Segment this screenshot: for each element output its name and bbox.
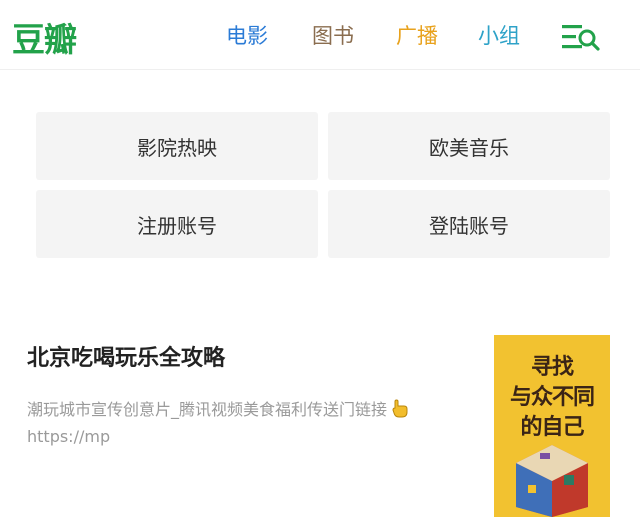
poster-line-2: 与众不同 [509, 385, 595, 410]
ad-link[interactable]: https://mp [27, 427, 110, 446]
ad-description-text: 潮玩城市宣传创意片_腾讯视频美食福利传送门链接 [27, 400, 388, 419]
tile-register[interactable]: 注册账号 [36, 190, 318, 258]
pointing-finger-icon [392, 399, 408, 418]
top-nav-bar: 豆瓣 电影 图书 广播 小组 [0, 0, 640, 70]
nav-book[interactable]: 图书 [312, 20, 354, 50]
nav-radio[interactable]: 广播 [396, 20, 438, 50]
ad-poster-image[interactable]: 寻找 与众不同 的自己 [494, 335, 610, 517]
poster-line-1: 寻找 [530, 355, 574, 380]
tile-cinema-label: 影院热映 [137, 135, 217, 160]
tile-login[interactable]: 登陆账号 [328, 190, 610, 258]
ad-title[interactable]: 北京吃喝玩乐全攻略 [27, 340, 225, 372]
douban-logo[interactable]: 豆瓣 [12, 13, 77, 61]
nav-movie[interactable]: 电影 [226, 20, 268, 50]
poster-line-3: 的自己 [520, 415, 584, 440]
menu-search-icon[interactable] [558, 22, 602, 52]
tile-login-label: 登陆账号 [429, 213, 509, 238]
nav-group[interactable]: 小组 [478, 20, 520, 50]
tile-music-label: 欧美音乐 [429, 135, 509, 160]
tile-music[interactable]: 欧美音乐 [328, 112, 610, 180]
tile-register-label: 注册账号 [137, 213, 217, 238]
ad-description: 潮玩城市宣传创意片_腾讯视频美食福利传送门链接 https://mp [27, 396, 427, 450]
tile-cinema[interactable]: 影院热映 [36, 112, 318, 180]
